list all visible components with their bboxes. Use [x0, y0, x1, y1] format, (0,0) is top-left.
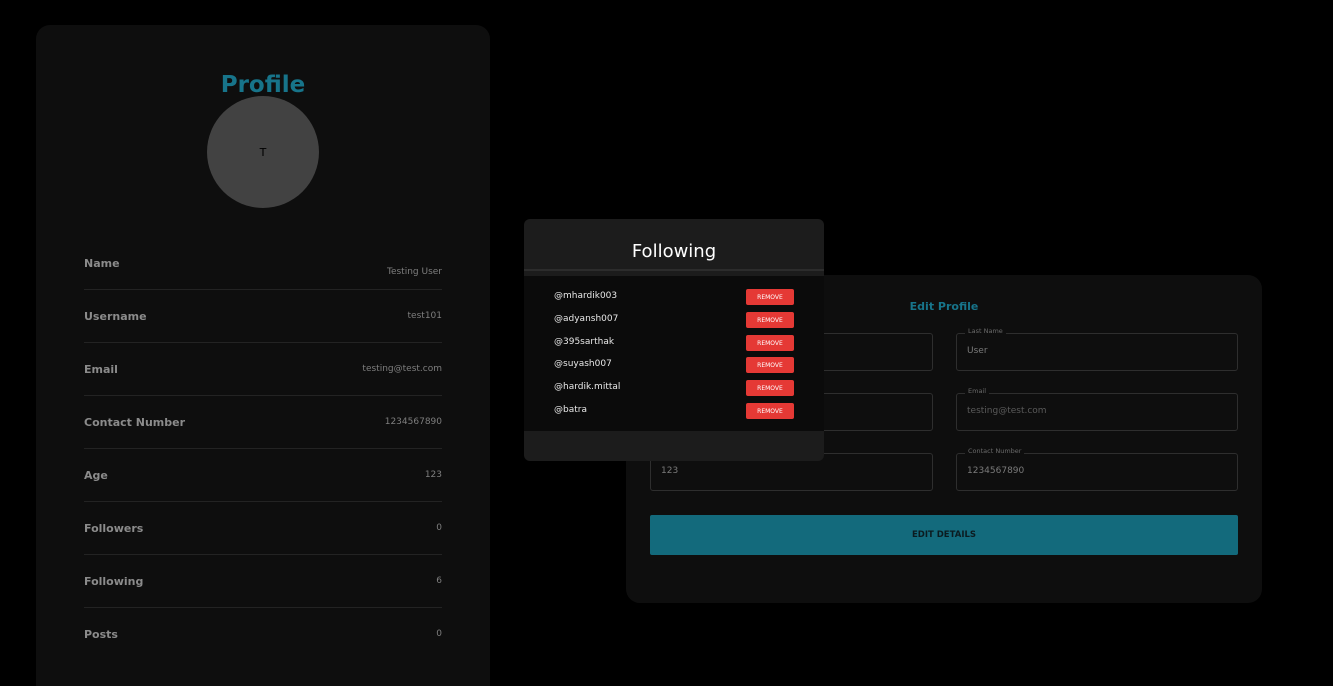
edit-details-button[interactable]: EDIT DETAILS — [650, 515, 1238, 555]
field-value: 123 — [661, 466, 679, 476]
remove-button[interactable]: REMOVE — [746, 312, 794, 328]
info-value: 6 — [436, 576, 442, 586]
info-label: Age — [84, 469, 108, 482]
info-value: 0 — [436, 523, 442, 533]
info-label: Contact Number — [84, 416, 186, 429]
following-username: @hardik.mittal — [554, 382, 621, 392]
remove-button[interactable]: REMOVE — [746, 403, 794, 419]
profile-info-list: Name Testing User Username test101 Email… — [84, 237, 442, 661]
info-row-contact: Contact Number 1234567890 — [84, 396, 442, 449]
following-item: @batra REMOVE — [554, 403, 794, 419]
info-value: 1234567890 — [384, 417, 442, 427]
info-value: Testing User — [386, 267, 442, 277]
info-label: Followers — [84, 522, 144, 535]
info-label: Following — [84, 575, 144, 588]
info-row-username: Username test101 — [84, 290, 442, 343]
info-row-name: Name Testing User — [84, 237, 442, 290]
remove-button[interactable]: REMOVE — [746, 380, 794, 396]
profile-card: Profile T Name Testing User Username tes… — [36, 25, 490, 686]
following-username: @mhardik003 — [554, 291, 618, 301]
following-username: @suyash007 — [554, 359, 612, 369]
email-field[interactable]: Email testing@test.com — [956, 387, 1238, 431]
contact-number-field[interactable]: Contact Number 1234567890 — [956, 447, 1238, 491]
field-label: Last Name — [965, 327, 1006, 335]
following-item: @suyash007 REMOVE — [554, 357, 794, 373]
info-value: 123 — [424, 470, 442, 480]
info-row-posts: Posts 0 — [84, 608, 442, 661]
info-row-followers: Followers 0 — [84, 502, 442, 555]
page: Profile T Name Testing User Username tes… — [0, 0, 1333, 686]
following-item: @adyansh007 REMOVE — [554, 312, 794, 328]
info-value: testing@test.com — [362, 364, 442, 374]
following-username: @batra — [554, 405, 587, 415]
following-modal: Following @mhardik003 REMOVE @adyansh007… — [524, 219, 824, 461]
last-name-field[interactable]: Last Name User — [956, 327, 1238, 371]
following-username: @adyansh007 — [554, 314, 619, 324]
page-title: Profile — [220, 72, 306, 98]
field-value: User — [967, 346, 988, 356]
info-row-following: Following 6 — [84, 555, 442, 608]
remove-button[interactable]: REMOVE — [746, 335, 794, 351]
field-value: 1234567890 — [967, 466, 1025, 476]
info-row-age: Age 123 — [84, 449, 442, 502]
avatar: T — [207, 96, 319, 208]
info-value: test101 — [407, 311, 442, 321]
info-label: Name — [84, 257, 120, 270]
field-label: Contact Number — [965, 447, 1025, 455]
info-label: Posts — [84, 628, 118, 641]
info-value: 0 — [436, 629, 442, 639]
following-item: @mhardik003 REMOVE — [554, 289, 794, 305]
info-row-email: Email testing@test.com — [84, 343, 442, 396]
following-username: @395sarthak — [554, 337, 615, 347]
modal-title: Following — [631, 241, 717, 262]
info-label: Username — [84, 310, 147, 323]
following-item: @hardik.mittal REMOVE — [554, 380, 794, 396]
field-value: testing@test.com — [967, 406, 1047, 416]
following-item: @395sarthak REMOVE — [554, 335, 794, 351]
modal-divider — [524, 269, 824, 271]
remove-button[interactable]: REMOVE — [746, 289, 794, 305]
field-label: Email — [965, 387, 990, 395]
remove-button[interactable]: REMOVE — [746, 357, 794, 373]
info-label: Email — [84, 363, 118, 376]
avatar-initial: T — [259, 145, 267, 159]
following-list: @mhardik003 REMOVE @adyansh007 REMOVE @3… — [524, 276, 824, 431]
